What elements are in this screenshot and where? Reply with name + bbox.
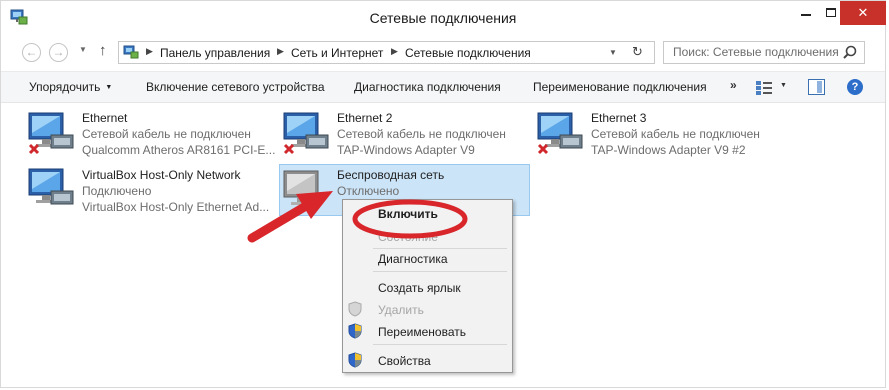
- chevron-down-icon: ▼: [105, 84, 113, 91]
- connection-name: Беспроводная сеть: [337, 168, 445, 182]
- ethernet-disconnected-icon: [537, 112, 583, 155]
- breadcrumb-separator-icon[interactable]: ▶: [146, 46, 153, 57]
- help-icon[interactable]: ?: [847, 79, 863, 95]
- connection-item-virtualbox[interactable]: VirtualBox Host-Only Network Подключено …: [27, 165, 277, 215]
- connection-name: VirtualBox Host-Only Network: [82, 168, 241, 182]
- menu-item-properties[interactable]: Свойства: [378, 354, 431, 368]
- connection-device: TAP-Windows Adapter V9 #2: [591, 143, 746, 157]
- breadcrumb-separator-icon[interactable]: ▶: [277, 46, 284, 57]
- title-bar: Сетевые подключения ✕: [1, 1, 886, 35]
- change-view-icon[interactable]: [755, 80, 773, 96]
- menu-item-diagnostics[interactable]: Диагностика: [378, 252, 448, 266]
- connection-status: Сетевой кабель не подключен: [82, 127, 251, 141]
- up-button[interactable]: ↑: [99, 42, 107, 59]
- breadcrumb-network-internet[interactable]: Сеть и Интернет: [291, 46, 383, 60]
- connection-status: Сетевой кабель не подключен: [591, 127, 760, 141]
- connection-name: Ethernet 3: [591, 111, 647, 125]
- back-button[interactable]: ←: [22, 43, 41, 62]
- shield-icon: [348, 352, 362, 368]
- connection-name: Ethernet 2: [337, 111, 393, 125]
- diagnose-connection-button[interactable]: Диагностика подключения: [354, 80, 501, 94]
- menu-item-rename[interactable]: Переименовать: [378, 325, 466, 339]
- navigation-bar: ← → ▼ ↑ ▶ Панель управления ▶ Сеть и Инт…: [1, 39, 885, 67]
- preview-pane-icon[interactable]: [808, 79, 825, 95]
- search-icon[interactable]: [843, 45, 857, 59]
- connection-device: Qualcomm Atheros AR8161 PCI-E...: [82, 143, 276, 157]
- search-placeholder: Поиск: Сетевые подключения: [673, 45, 839, 59]
- connection-status: Подключено: [82, 184, 152, 198]
- shield-icon: [348, 301, 362, 317]
- connection-device: TAP-Windows Adapter V9: [337, 143, 475, 157]
- ethernet-connected-icon: [28, 168, 74, 205]
- connection-item-ethernet-2[interactable]: Ethernet 2 Сетевой кабель не подключен T…: [282, 109, 532, 159]
- forward-button[interactable]: →: [49, 43, 68, 62]
- address-bar[interactable]: ▶ Панель управления ▶ Сеть и Интернет ▶ …: [118, 41, 655, 64]
- context-menu: Включить Состояние Диагностика Создать я…: [342, 199, 513, 373]
- arrow-up-icon: ↑: [99, 42, 107, 59]
- breadcrumb-network-connections[interactable]: Сетевые подключения: [405, 46, 531, 60]
- connection-status: Сетевой кабель не подключен: [337, 127, 506, 141]
- breadcrumb-separator-icon[interactable]: ▶: [391, 46, 398, 57]
- arrow-left-icon: ←: [25, 45, 38, 59]
- close-button[interactable]: ✕: [840, 1, 886, 25]
- view-options-dropdown[interactable]: ▼: [780, 82, 787, 89]
- minimize-icon: [800, 14, 811, 16]
- connection-status: Отключено: [337, 184, 400, 198]
- address-history-dropdown[interactable]: ▼: [609, 48, 617, 57]
- refresh-icon[interactable]: ↻: [632, 44, 643, 60]
- arrow-right-icon: →: [52, 45, 65, 59]
- menu-item-status[interactable]: Состояние: [378, 230, 438, 244]
- command-bar: Упорядочить ▼ Включение сетевого устройст…: [1, 71, 885, 103]
- menu-item-create-shortcut[interactable]: Создать ярлык: [378, 281, 461, 295]
- window-title: Сетевые подключения: [369, 10, 517, 26]
- menu-separator: [373, 344, 507, 345]
- connection-item-ethernet-3[interactable]: Ethernet 3 Сетевой кабель не подключен T…: [536, 109, 786, 159]
- shield-icon: [348, 323, 362, 339]
- connection-name: Ethernet: [82, 111, 128, 125]
- enable-device-button[interactable]: Включение сетевого устройства: [146, 80, 325, 94]
- search-input[interactable]: Поиск: Сетевые подключения: [663, 41, 865, 64]
- close-icon: ✕: [857, 5, 869, 20]
- menu-item-enable[interactable]: Включить: [378, 207, 438, 221]
- menu-item-delete[interactable]: Удалить: [378, 303, 424, 317]
- menu-separator: [373, 248, 507, 249]
- wireless-disabled-icon: [283, 170, 319, 205]
- connection-device: VirtualBox Host-Only Ethernet Ad...: [82, 200, 270, 214]
- rename-connection-button[interactable]: Переименование подключения: [533, 80, 707, 94]
- more-commands-button[interactable]: »: [730, 78, 737, 92]
- organize-menu-button[interactable]: Упорядочить ▼: [29, 80, 112, 94]
- ethernet-disconnected-icon: [283, 112, 329, 155]
- organize-label: Упорядочить: [29, 80, 101, 94]
- menu-separator: [373, 271, 507, 272]
- connection-item-ethernet[interactable]: Ethernet Сетевой кабель не подключен Qua…: [27, 109, 277, 159]
- maximize-icon: [825, 8, 836, 17]
- ethernet-disconnected-icon: [28, 112, 74, 155]
- recent-locations-button[interactable]: ▼: [79, 45, 87, 54]
- breadcrumb-control-panel[interactable]: Панель управления: [160, 46, 270, 60]
- control-panel-icon: [123, 45, 139, 59]
